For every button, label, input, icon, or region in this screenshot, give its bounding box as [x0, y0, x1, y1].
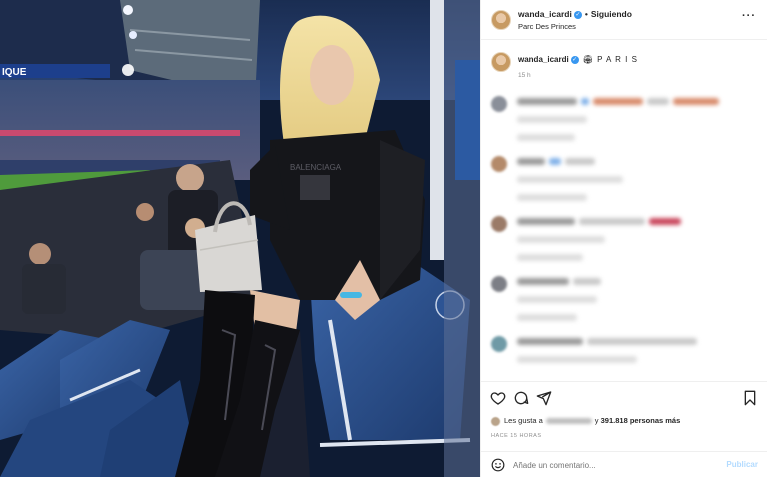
blurred-replies: [517, 314, 577, 321]
blurred-meta: [517, 236, 605, 243]
blurred-meta: [517, 176, 623, 183]
blurred-text: [673, 98, 719, 105]
post-panel: wanda_icardi ✓ • Siguiendo Parc Des Princes…: [480, 0, 767, 477]
comment-avatar[interactable]: [491, 96, 507, 112]
svg-text:BALENCIAGA: BALENCIAGA: [290, 163, 342, 172]
blurred-liker-name: [545, 418, 592, 425]
blurred-text: [647, 98, 669, 105]
blurred-replies: [517, 134, 575, 141]
username-link[interactable]: wanda_icardi: [518, 9, 572, 19]
blurred-text: [579, 218, 645, 225]
avatar[interactable]: [491, 10, 511, 30]
blurred-username: [517, 98, 577, 105]
heart-icon[interactable]: [490, 390, 506, 406]
more-options-icon[interactable]: ···: [742, 10, 756, 22]
list-item: [481, 92, 767, 150]
list-item: [481, 332, 767, 378]
blurred-replies: [517, 254, 583, 261]
blurred-username: [517, 278, 569, 285]
add-comment-bar: Publicar: [481, 451, 767, 477]
comment-input[interactable]: [513, 457, 713, 473]
liker-avatar: [491, 416, 500, 426]
comments-list[interactable]: [481, 88, 767, 378]
blurred-meta: [517, 116, 587, 123]
comment-avatar[interactable]: [491, 216, 507, 232]
caption-line: wanda_icardi ✓ 🏟 P A R I S: [518, 55, 638, 64]
caption-username-link[interactable]: wanda_icardi: [518, 55, 569, 64]
blurred-username: [517, 338, 583, 345]
blurred-text: [593, 98, 643, 105]
list-item: [481, 272, 767, 330]
blurred-text: [573, 278, 601, 285]
publish-button[interactable]: Publicar: [726, 460, 758, 469]
emoji-icon[interactable]: [491, 458, 505, 472]
following-button[interactable]: Siguiendo: [591, 9, 632, 19]
caption-avatar[interactable]: [491, 52, 511, 72]
likes-count[interactable]: Les gusta ay 391.818 personas más: [491, 416, 680, 426]
blurred-username: [517, 158, 545, 165]
location-link[interactable]: Parc Des Princes: [518, 22, 576, 31]
blurred-text: [565, 158, 595, 165]
blurred-meta: [517, 356, 637, 363]
share-icon[interactable]: [536, 390, 552, 406]
post-caption: wanda_icardi ✓ 🏟 P A R I S 15 h: [481, 48, 767, 79]
verified-icon: ✓: [570, 55, 579, 64]
likes-total[interactable]: 391.818 personas más: [601, 416, 681, 425]
verified-icon: ✓: [573, 10, 582, 19]
blurred-text: [581, 98, 589, 105]
header-user-line: wanda_icardi ✓ • Siguiendo: [518, 9, 632, 19]
comment-avatar[interactable]: [491, 276, 507, 292]
separator-dot: •: [584, 9, 588, 19]
comment-avatar[interactable]: [491, 336, 507, 352]
stadium-banner-text: IQUE: [2, 67, 27, 78]
post-header: wanda_icardi ✓ • Siguiendo Parc Des Princes…: [481, 0, 767, 40]
blurred-text: [587, 338, 697, 345]
blurred-text: [649, 218, 681, 225]
likes-prefix: Les gusta a: [504, 416, 543, 425]
bookmark-icon[interactable]: [742, 390, 758, 406]
blurred-text: [549, 158, 561, 165]
blurred-username: [517, 218, 575, 225]
comment-avatar[interactable]: [491, 156, 507, 172]
blurred-meta: [517, 296, 597, 303]
caption-timestamp: 15 h: [518, 72, 531, 79]
post-photo[interactable]: IQUE BALENCIAGA: [0, 0, 480, 477]
comment-icon[interactable]: [513, 390, 529, 406]
caption-text: 🏟 P A R I S: [582, 55, 638, 64]
list-item: [481, 212, 767, 270]
blurred-replies: [517, 194, 587, 201]
stadium-photo-illustration: IQUE BALENCIAGA: [0, 0, 480, 477]
post-timestamp: HACE 15 HORAS: [491, 433, 542, 439]
list-item: [481, 152, 767, 210]
